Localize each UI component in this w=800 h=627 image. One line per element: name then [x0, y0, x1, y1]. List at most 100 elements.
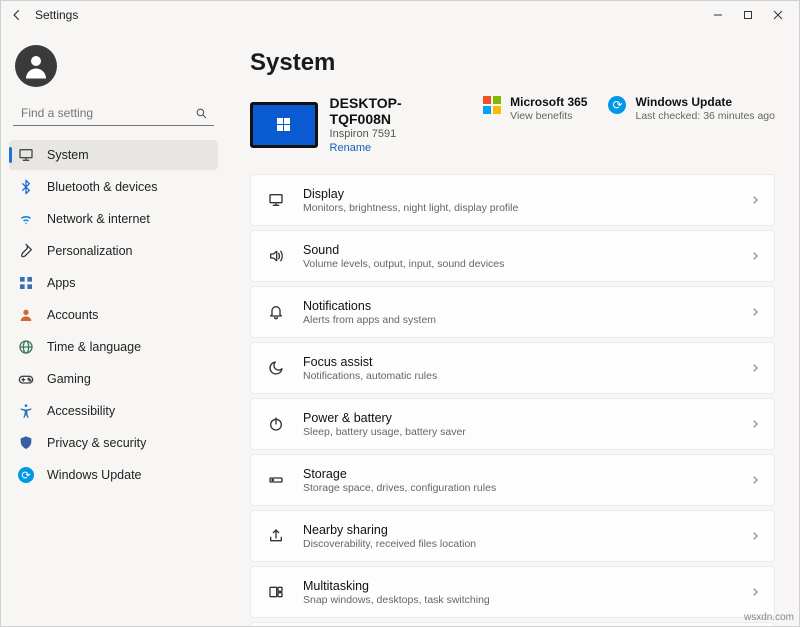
- update-title: Windows Update: [635, 95, 775, 109]
- ms365-title: Microsoft 365: [510, 95, 587, 109]
- card-desc: Snap windows, desktops, task switching: [303, 594, 490, 606]
- bluetooth-icon: [17, 178, 35, 196]
- sidebar-item-windows-update[interactable]: ⟳ Windows Update: [9, 460, 218, 490]
- card-desc: Discoverability, received files location: [303, 538, 476, 550]
- settings-card-multitasking[interactable]: Multitasking Snap windows, desktops, tas…: [250, 566, 775, 618]
- sidebar-item-network-internet[interactable]: Network & internet: [9, 204, 218, 234]
- card-title: Power & battery: [303, 411, 466, 425]
- sidebar-item-apps[interactable]: Apps: [9, 268, 218, 298]
- sidebar-item-personalization[interactable]: Personalization: [9, 236, 218, 266]
- search-box[interactable]: [13, 101, 214, 126]
- sidebar-item-label: Windows Update: [47, 468, 142, 482]
- card-title: Sound: [303, 243, 504, 257]
- device-name: DESKTOP-TQF008N: [330, 95, 463, 127]
- update-icon: ⟳: [17, 466, 35, 484]
- system-icon: [17, 146, 35, 164]
- wifi-icon: [17, 210, 35, 228]
- card-desc: Alerts from apps and system: [303, 314, 436, 326]
- sidebar-item-bluetooth-devices[interactable]: Bluetooth & devices: [9, 172, 218, 202]
- chevron-right-icon: [750, 307, 760, 317]
- sidebar-item-privacy-security[interactable]: Privacy & security: [9, 428, 218, 458]
- maximize-button[interactable]: [733, 5, 763, 25]
- chevron-right-icon: [750, 251, 760, 261]
- search-icon: [195, 107, 208, 120]
- card-desc: Monitors, brightness, night light, displ…: [303, 202, 518, 214]
- multitask-icon: [265, 581, 287, 603]
- card-title: Focus assist: [303, 355, 437, 369]
- sidebar-item-accounts[interactable]: Accounts: [9, 300, 218, 330]
- bell-icon: [265, 301, 287, 323]
- sidebar-item-accessibility[interactable]: Accessibility: [9, 396, 218, 426]
- chevron-right-icon: [750, 363, 760, 373]
- brush-icon: [17, 242, 35, 260]
- person-icon: [17, 306, 35, 324]
- chevron-right-icon: [750, 195, 760, 205]
- settings-card-storage[interactable]: Storage Storage space, drives, configura…: [250, 454, 775, 506]
- titlebar: Settings: [1, 1, 799, 29]
- device-model: Inspiron 7591: [330, 128, 463, 140]
- shield-icon: [17, 434, 35, 452]
- card-title: Multitasking: [303, 579, 490, 593]
- sound-icon: [265, 245, 287, 267]
- sidebar-item-label: Network & internet: [47, 212, 150, 226]
- settings-card-power-battery[interactable]: Power & battery Sleep, battery usage, ba…: [250, 398, 775, 450]
- windows-update-link[interactable]: ⟳ Windows Update Last checked: 36 minute…: [607, 95, 775, 122]
- chevron-right-icon: [750, 587, 760, 597]
- page-title: System: [250, 49, 775, 77]
- storage-icon: [265, 469, 287, 491]
- settings-card-nearby-sharing[interactable]: Nearby sharing Discoverability, received…: [250, 510, 775, 562]
- card-desc: Sleep, battery usage, battery saver: [303, 426, 466, 438]
- card-desc: Notifications, automatic rules: [303, 370, 437, 382]
- card-desc: Volume levels, output, input, sound devi…: [303, 258, 504, 270]
- user-avatar[interactable]: [15, 45, 57, 87]
- microsoft-365-link[interactable]: Microsoft 365 View benefits: [482, 95, 587, 122]
- card-title: Nearby sharing: [303, 523, 476, 537]
- sidebar-item-label: Time & language: [47, 340, 141, 354]
- ms365-sub: View benefits: [510, 110, 587, 122]
- settings-card-focus-assist[interactable]: Focus assist Notifications, automatic ru…: [250, 342, 775, 394]
- rename-link[interactable]: Rename: [330, 142, 463, 154]
- settings-card-sound[interactable]: Sound Volume levels, output, input, soun…: [250, 230, 775, 282]
- search-input[interactable]: [19, 105, 195, 121]
- gaming-icon: [17, 370, 35, 388]
- sidebar-item-label: Accounts: [47, 308, 98, 322]
- sidebar-item-label: System: [47, 148, 89, 162]
- back-button[interactable]: [7, 5, 27, 25]
- sidebar-item-gaming[interactable]: Gaming: [9, 364, 218, 394]
- sidebar: System Bluetooth & devices Network & int…: [1, 29, 226, 626]
- card-desc: Storage space, drives, configuration rul…: [303, 482, 496, 494]
- chevron-right-icon: [750, 475, 760, 485]
- chevron-right-icon: [750, 531, 760, 541]
- sidebar-item-label: Apps: [47, 276, 76, 290]
- settings-card-activation[interactable]: Activation: [250, 622, 775, 626]
- content-area: System DESKTOP-TQF008N Inspiron 7591 Ren…: [226, 29, 799, 626]
- sidebar-item-label: Accessibility: [47, 404, 115, 418]
- sidebar-item-time-language[interactable]: Time & language: [9, 332, 218, 362]
- accessibility-icon: [17, 402, 35, 420]
- card-title: Notifications: [303, 299, 436, 313]
- settings-card-notifications[interactable]: Notifications Alerts from apps and syste…: [250, 286, 775, 338]
- watermark: wsxdn.com: [744, 612, 794, 623]
- card-title: Storage: [303, 467, 496, 481]
- windows-update-icon: ⟳: [607, 95, 627, 115]
- sidebar-item-label: Personalization: [47, 244, 132, 258]
- sidebar-item-system[interactable]: System: [9, 140, 218, 170]
- moon-icon: [265, 357, 287, 379]
- update-sub: Last checked: 36 minutes ago: [635, 110, 775, 122]
- apps-icon: [17, 274, 35, 292]
- sidebar-item-label: Privacy & security: [47, 436, 146, 450]
- settings-card-display[interactable]: Display Monitors, brightness, night ligh…: [250, 174, 775, 226]
- window-title: Settings: [35, 8, 78, 22]
- sidebar-item-label: Bluetooth & devices: [47, 180, 158, 194]
- device-info: DESKTOP-TQF008N Inspiron 7591 Rename: [250, 95, 462, 154]
- sidebar-item-label: Gaming: [47, 372, 91, 386]
- power-icon: [265, 413, 287, 435]
- chevron-right-icon: [750, 419, 760, 429]
- device-thumbnail: [250, 102, 318, 148]
- minimize-button[interactable]: [703, 5, 733, 25]
- display-icon: [265, 189, 287, 211]
- close-button[interactable]: [763, 5, 793, 25]
- microsoft-logo-icon: [482, 95, 502, 115]
- share-icon: [265, 525, 287, 547]
- globe-icon: [17, 338, 35, 356]
